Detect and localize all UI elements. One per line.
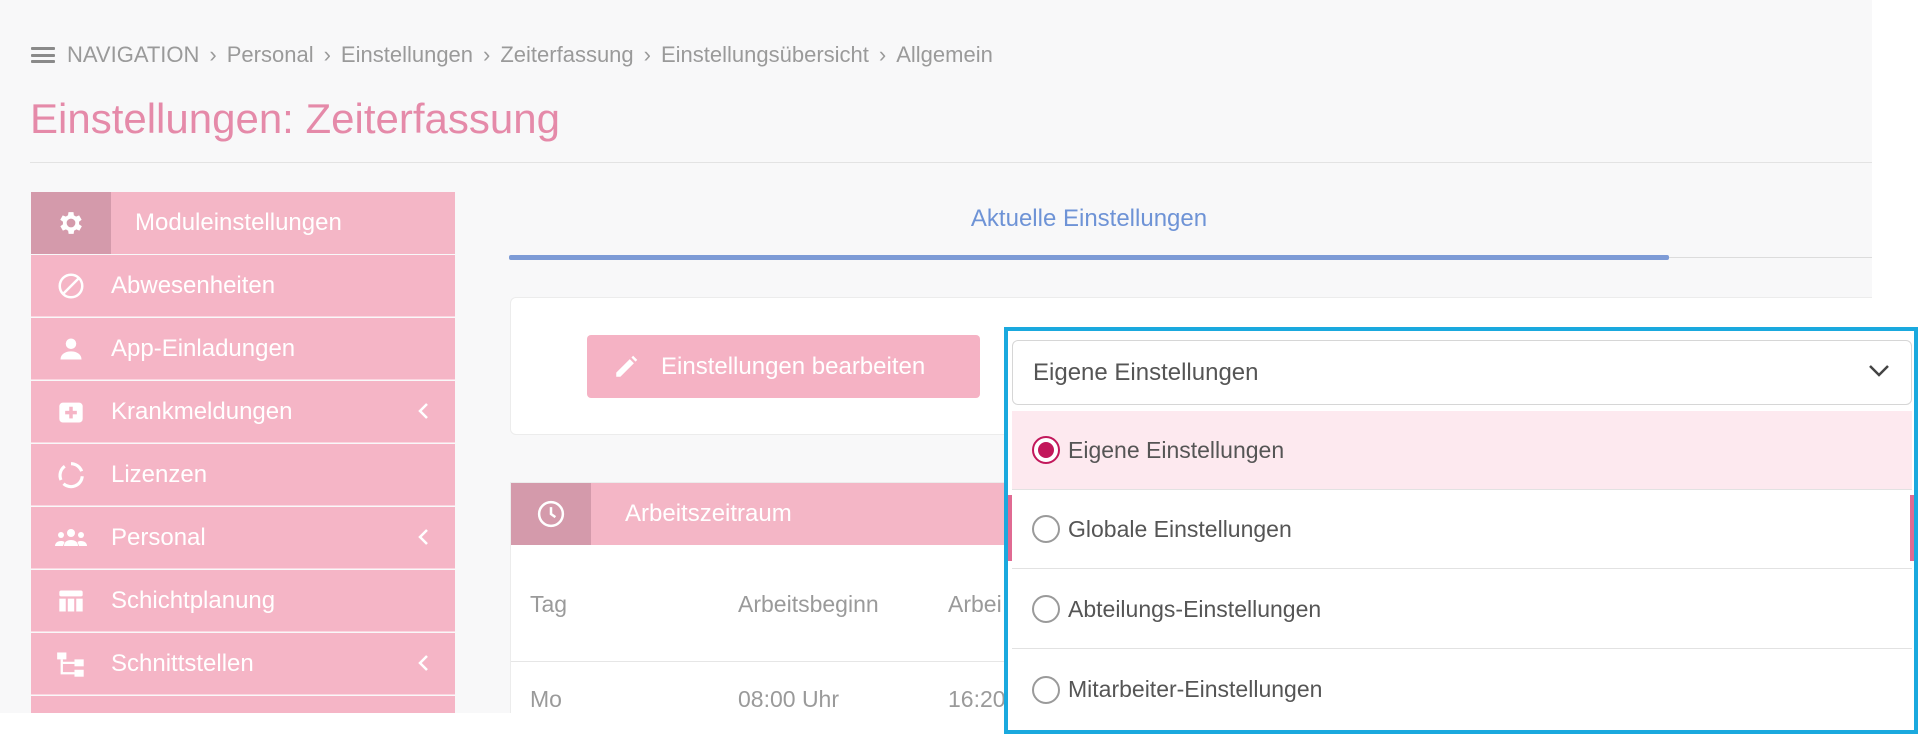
page: NAVIGATION › Personal › Einstellungen › … bbox=[0, 0, 1920, 735]
sidebar-item-label: Personal bbox=[111, 523, 206, 551]
column-header-arbeitsbeginn: Arbeitsbeginn bbox=[738, 591, 879, 617]
hamburger-menu-icon[interactable] bbox=[31, 47, 55, 63]
option-mitarbeiter-einstellungen[interactable]: Mitarbeiter-Einstellungen bbox=[1012, 650, 1912, 729]
group-icon bbox=[31, 525, 111, 551]
option-hover-accent-left bbox=[1008, 495, 1012, 561]
breadcrumb: NAVIGATION › Personal › Einstellungen › … bbox=[31, 42, 993, 68]
sidebar-item-schichtplanung[interactable]: Schichtplanung bbox=[31, 570, 455, 632]
chevron-right-icon: › bbox=[209, 42, 217, 67]
medical-plus-icon bbox=[31, 398, 111, 426]
chevron-right-icon: › bbox=[323, 42, 331, 67]
option-label: Eigene Einstellungen bbox=[1068, 436, 1285, 463]
sidebar-item-label: Lizenzen bbox=[111, 460, 208, 488]
table-icon bbox=[31, 587, 111, 615]
sidebar-item-lizenzen[interactable]: Lizenzen bbox=[31, 444, 455, 506]
radio-unselected-icon bbox=[1032, 515, 1060, 543]
sidebar-item-schnittstellen[interactable]: Schnittstellen bbox=[31, 633, 455, 695]
radio-unselected-icon bbox=[1032, 675, 1060, 704]
option-eigene-einstellungen[interactable]: Eigene Einstellungen bbox=[1012, 411, 1912, 490]
option-label: Globale Einstellungen bbox=[1068, 515, 1292, 542]
breadcrumb-item-uebersicht[interactable]: Einstellungsübersicht bbox=[661, 42, 869, 68]
tab-active-indicator bbox=[509, 255, 1669, 260]
work-period-title: Arbeitszeitraum bbox=[625, 500, 792, 527]
sidebar-item-app-einladungen[interactable]: App-Einladungen bbox=[31, 318, 455, 380]
select-value: Eigene Einstellungen bbox=[1033, 358, 1259, 386]
sidebar-item-label: Abwesenheiten bbox=[111, 271, 276, 299]
person-icon bbox=[31, 335, 111, 363]
table-cell-day: Mo bbox=[530, 686, 562, 712]
option-label: Abteilungs-Einstellungen bbox=[1068, 595, 1322, 622]
chevron-left-icon bbox=[418, 655, 428, 671]
breadcrumb-item-einstellungen[interactable]: Einstellungen bbox=[341, 42, 473, 68]
column-header-tag: Tag bbox=[530, 591, 568, 617]
sidebar-item-label: App-Einladungen bbox=[111, 334, 296, 362]
title-divider bbox=[30, 162, 1872, 163]
radio-selected-icon bbox=[1032, 436, 1060, 464]
chevron-down-icon bbox=[1869, 365, 1889, 377]
page-title: Einstellungen: Zeiterfassung bbox=[30, 95, 560, 142]
sidebar-item-personal[interactable]: Personal bbox=[31, 507, 455, 569]
hierarchy-icon bbox=[31, 650, 111, 678]
sidebar: Moduleinstellungen Abwesenheiten App-Ein… bbox=[31, 192, 455, 713]
circle-arrows-icon bbox=[31, 460, 111, 490]
chevron-left-icon bbox=[418, 403, 428, 419]
chevron-right-icon: › bbox=[483, 42, 491, 67]
option-abteilungs-einstellungen[interactable]: Abteilungs-Einstellungen bbox=[1012, 570, 1912, 649]
pencil-icon bbox=[613, 354, 639, 380]
chevron-right-icon: › bbox=[643, 42, 651, 67]
gear-icon bbox=[31, 192, 111, 254]
breadcrumb-item-zeiterfassung[interactable]: Zeiterfassung bbox=[500, 42, 633, 68]
sidebar-item-label: Schichtplanung bbox=[111, 586, 276, 614]
edit-settings-label: Einstellungen bearbeiten bbox=[661, 352, 926, 380]
sidebar-item-label: Krankmeldungen bbox=[111, 397, 293, 425]
breadcrumb-item-personal[interactable]: Personal bbox=[227, 42, 314, 68]
chevron-left-icon bbox=[418, 529, 428, 545]
column-header-arbeitsende: Arbei bbox=[948, 591, 1002, 617]
sidebar-item-next[interactable] bbox=[31, 696, 455, 713]
block-icon bbox=[31, 271, 111, 301]
sidebar-item-krankmeldungen[interactable]: Krankmeldungen bbox=[31, 381, 455, 443]
breadcrumb-item-allgemein: Allgemein bbox=[896, 42, 993, 67]
clock-icon bbox=[511, 483, 591, 545]
sidebar-item-abwesenheiten[interactable]: Abwesenheiten bbox=[31, 255, 455, 317]
option-hover-accent-right bbox=[1910, 495, 1914, 561]
sidebar-header-label: Moduleinstellungen bbox=[135, 209, 342, 236]
tab-aktuelle-einstellungen[interactable]: Aktuelle Einstellungen bbox=[509, 205, 1669, 233]
sidebar-item-label: Schnittstellen bbox=[111, 649, 254, 677]
tab-divider bbox=[1669, 257, 1872, 258]
settings-scope-select[interactable]: Eigene Einstellungen bbox=[1012, 340, 1912, 405]
chevron-right-icon: › bbox=[878, 42, 887, 67]
breadcrumb-nav[interactable]: NAVIGATION bbox=[67, 42, 199, 68]
table-cell-end: 16:20 bbox=[948, 686, 1006, 712]
sidebar-header[interactable]: Moduleinstellungen bbox=[31, 192, 455, 254]
radio-unselected-icon bbox=[1032, 595, 1060, 623]
table-cell-start: 08:00 Uhr bbox=[738, 686, 840, 712]
edit-settings-button[interactable]: Einstellungen bearbeiten bbox=[587, 335, 980, 398]
option-globale-einstellungen[interactable]: Globale Einstellungen bbox=[1012, 490, 1912, 569]
option-label: Mitarbeiter-Einstellungen bbox=[1068, 676, 1323, 702]
